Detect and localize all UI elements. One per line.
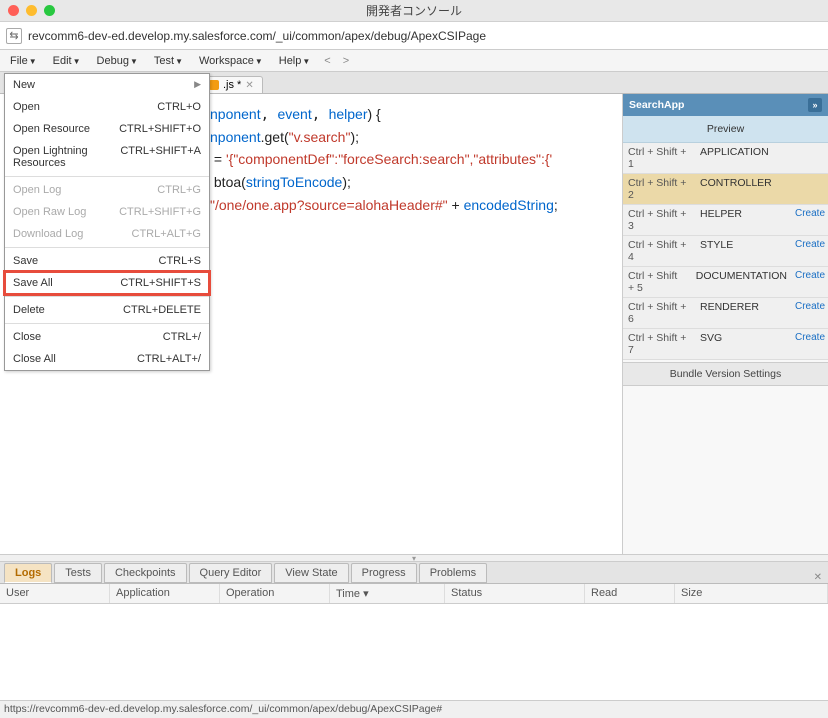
address-bar: ⇆ revcomm6-dev-ed.develop.my.salesforce.…	[0, 22, 828, 50]
sidebar: SearchApp » Preview Ctrl + Shift + 1APPL…	[622, 94, 828, 554]
titlebar: 開発者コンソール	[0, 0, 828, 22]
menubar: File▼ Edit▼ Debug▼ Test▼ Workspace▼ Help…	[0, 50, 828, 72]
menu-download-log: Download LogCTRL+ALT+G	[5, 223, 209, 245]
bundle-row-renderer[interactable]: Ctrl + Shift + 6RENDERERCreate	[623, 298, 828, 329]
bottom-tabbar: Logs Tests Checkpoints Query Editor View…	[0, 562, 828, 584]
col-size[interactable]: Size	[675, 584, 828, 603]
site-settings-icon[interactable]: ⇆	[6, 28, 22, 44]
bundle-row-svg[interactable]: Ctrl + Shift + 7SVGCreate	[623, 329, 828, 360]
menu-separator	[5, 176, 209, 177]
bundle-row-application[interactable]: Ctrl + Shift + 1APPLICATION	[623, 143, 828, 174]
menu-open-resource[interactable]: Open ResourceCTRL+SHIFT+O	[5, 118, 209, 140]
tab-problems[interactable]: Problems	[419, 563, 487, 583]
bundle-row-helper[interactable]: Ctrl + Shift + 3HELPERCreate	[623, 205, 828, 236]
bundle-row-documentation[interactable]: Ctrl + Shift + 5DOCUMENTATIONCreate	[623, 267, 828, 298]
bundle-row-style[interactable]: Ctrl + Shift + 4STYLECreate	[623, 236, 828, 267]
submenu-arrow-icon: ▶	[194, 79, 201, 91]
tab-checkpoints[interactable]: Checkpoints	[104, 563, 187, 583]
nav-back-icon[interactable]: <	[320, 55, 334, 67]
status-url: https://revcomm6-dev-ed.develop.my.sales…	[4, 703, 442, 715]
window-title: 開発者コンソール	[0, 2, 828, 19]
tab-tests[interactable]: Tests	[54, 563, 102, 583]
log-table-header: User Application Operation Time ▾ Status…	[0, 584, 828, 604]
tab-view-state[interactable]: View State	[274, 563, 348, 583]
url-text[interactable]: revcomm6-dev-ed.develop.my.salesforce.co…	[28, 29, 486, 43]
menu-open[interactable]: OpenCTRL+O	[5, 96, 209, 118]
close-tab-icon[interactable]: ✕	[245, 80, 253, 91]
menu-close[interactable]: CloseCTRL+/	[5, 326, 209, 348]
col-operation[interactable]: Operation	[220, 584, 330, 603]
sidebar-title: SearchApp	[629, 99, 684, 111]
menu-close-all[interactable]: Close AllCTRL+ALT+/	[5, 348, 209, 370]
horizontal-splitter[interactable]	[0, 554, 828, 562]
col-user[interactable]: User	[0, 584, 110, 603]
statusbar: https://revcomm6-dev-ed.develop.my.sales…	[0, 700, 828, 718]
col-time[interactable]: Time ▾	[330, 584, 445, 603]
menu-delete[interactable]: DeleteCTRL+DELETE	[5, 299, 209, 321]
menu-debug[interactable]: Debug▼	[91, 53, 144, 69]
file-type-icon	[209, 80, 219, 90]
panel-close-icon[interactable]: ✕	[814, 572, 822, 583]
menu-help[interactable]: Help▼	[273, 53, 317, 69]
col-application[interactable]: Application	[110, 584, 220, 603]
menu-save-all[interactable]: Save AllCTRL+SHIFT+S	[5, 272, 209, 294]
sidebar-header: SearchApp »	[623, 94, 828, 116]
col-read[interactable]: Read	[585, 584, 675, 603]
menu-test[interactable]: Test▼	[148, 53, 189, 69]
nav-forward-icon[interactable]: >	[339, 55, 353, 67]
bundle-row-controller[interactable]: Ctrl + Shift + 2CONTROLLER	[623, 174, 828, 205]
menu-separator	[5, 296, 209, 297]
menu-separator	[5, 247, 209, 248]
menu-separator	[5, 323, 209, 324]
tab-logs[interactable]: Logs	[4, 563, 52, 583]
menu-open-raw-log: Open Raw LogCTRL+SHIFT+G	[5, 201, 209, 223]
log-table-body	[0, 604, 828, 704]
menu-open-lightning[interactable]: Open Lightning ResourcesCTRL+SHIFT+A	[5, 140, 209, 174]
bundle-version-settings[interactable]: Bundle Version Settings	[623, 362, 828, 386]
menu-workspace[interactable]: Workspace▼	[193, 53, 269, 69]
col-status[interactable]: Status	[445, 584, 585, 603]
tab-query-editor[interactable]: Query Editor	[189, 563, 273, 583]
file-tab-label: .js *	[223, 79, 241, 91]
menu-file[interactable]: File▼	[4, 53, 43, 69]
menu-edit[interactable]: Edit▼	[47, 53, 87, 69]
expand-icon[interactable]: »	[808, 98, 822, 112]
menu-save[interactable]: SaveCTRL+S	[5, 250, 209, 272]
menu-new[interactable]: New▶	[5, 74, 209, 96]
file-dropdown: New▶ OpenCTRL+O Open ResourceCTRL+SHIFT+…	[4, 73, 210, 371]
menu-open-log: Open LogCTRL+G	[5, 179, 209, 201]
tab-progress[interactable]: Progress	[351, 563, 417, 583]
preview-button[interactable]: Preview	[623, 116, 828, 143]
